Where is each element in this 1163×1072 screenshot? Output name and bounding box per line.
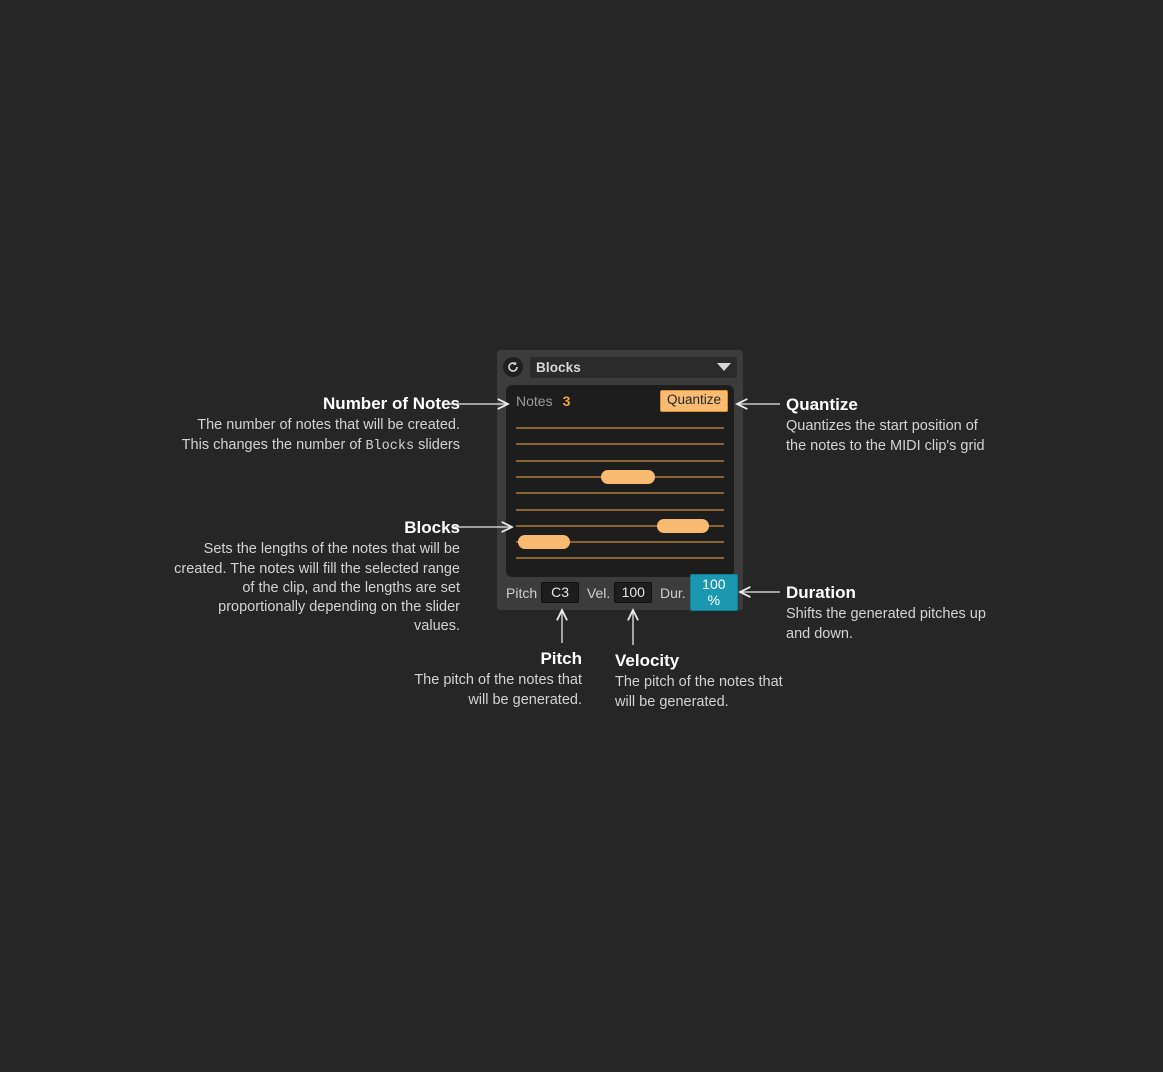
leader-lines: [0, 0, 1163, 1072]
screenshot-root: Blocks Notes 3 Quantize Pitch C3 Vel. 100 Du…: [0, 0, 1163, 1072]
